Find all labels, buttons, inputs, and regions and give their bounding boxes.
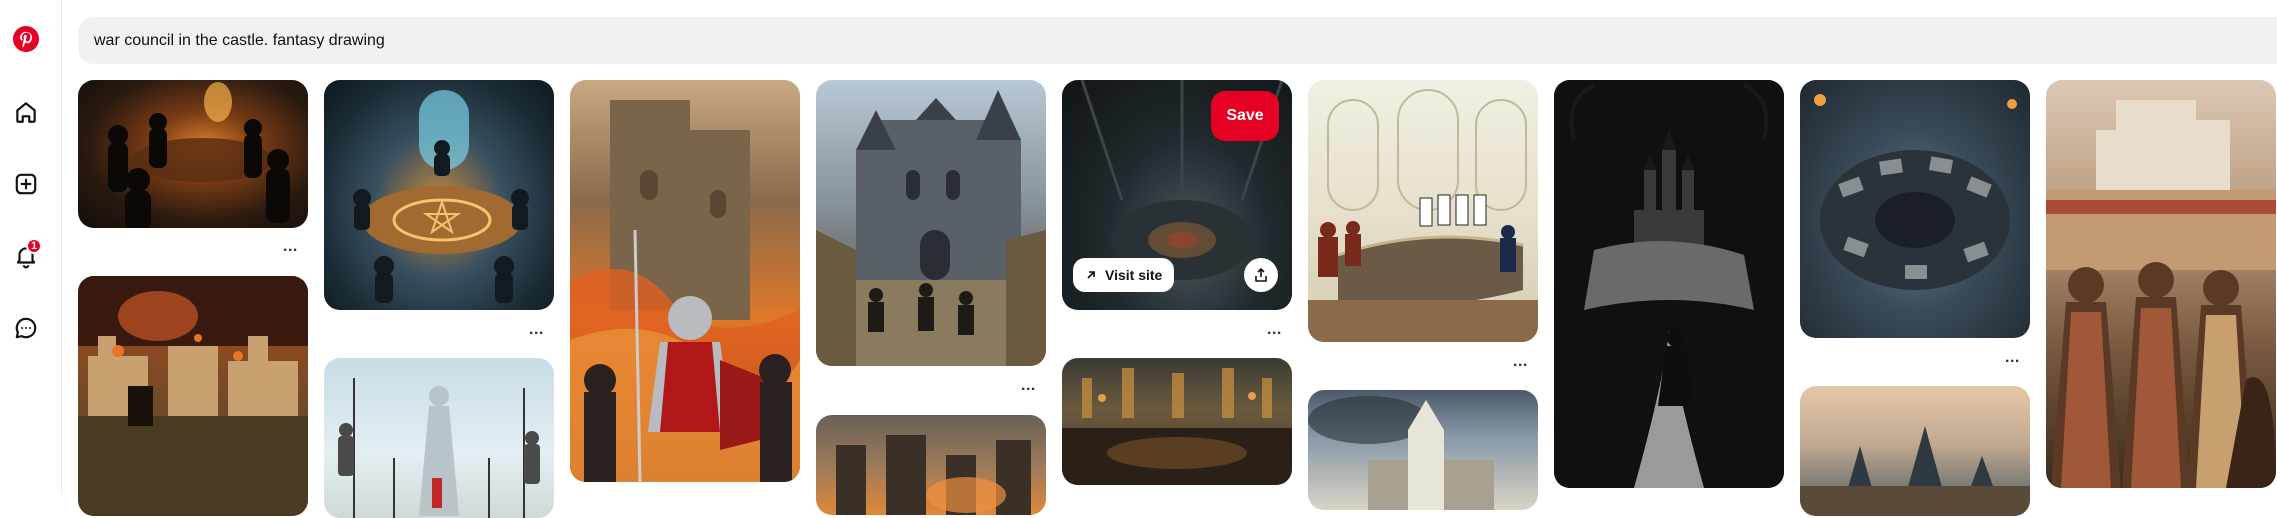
- pin-image[interactable]: [78, 276, 308, 516]
- pin-image[interactable]: [1800, 386, 2030, 516]
- notification-badge: 1: [26, 238, 42, 254]
- pin-image[interactable]: [570, 80, 800, 482]
- search-bar: [78, 17, 2277, 64]
- pin-image[interactable]: [816, 415, 1046, 515]
- pin-menu-button[interactable]: ...: [529, 322, 544, 338]
- pin-image[interactable]: [78, 80, 308, 228]
- share-icon: [1255, 268, 1267, 282]
- pin-image[interactable]: [1062, 358, 1292, 485]
- sidebar-nav: 1: [0, 0, 62, 494]
- notifications-icon[interactable]: 1: [11, 238, 42, 271]
- pin-image[interactable]: [324, 80, 554, 310]
- create-icon[interactable]: [11, 169, 41, 199]
- pin-image[interactable]: [324, 358, 554, 518]
- pin-menu-button[interactable]: ...: [1267, 322, 1282, 338]
- pin-image[interactable]: [2046, 80, 2276, 488]
- share-button[interactable]: [1244, 258, 1278, 292]
- pinterest-logo-icon[interactable]: [11, 24, 41, 54]
- visit-site-label: Visit site: [1105, 267, 1163, 283]
- external-link-icon: [1087, 271, 1095, 279]
- pin-image[interactable]: [1308, 80, 1538, 342]
- pin-image[interactable]: [1554, 80, 1784, 488]
- messages-icon[interactable]: [11, 313, 41, 343]
- search-input[interactable]: [78, 17, 2277, 64]
- home-icon[interactable]: [11, 97, 41, 127]
- pin-menu-button[interactable]: ...: [1513, 354, 1528, 370]
- pin-image[interactable]: [816, 80, 1046, 366]
- pin-menu-button[interactable]: ...: [283, 239, 298, 255]
- pin-menu-button[interactable]: ...: [1021, 378, 1036, 394]
- pin-image[interactable]: [1800, 80, 2030, 338]
- pin-image[interactable]: [1308, 390, 1538, 510]
- save-button[interactable]: Save: [1211, 91, 1279, 141]
- pin-menu-button[interactable]: ...: [2005, 350, 2020, 366]
- visit-site-button[interactable]: Visit site: [1073, 258, 1175, 292]
